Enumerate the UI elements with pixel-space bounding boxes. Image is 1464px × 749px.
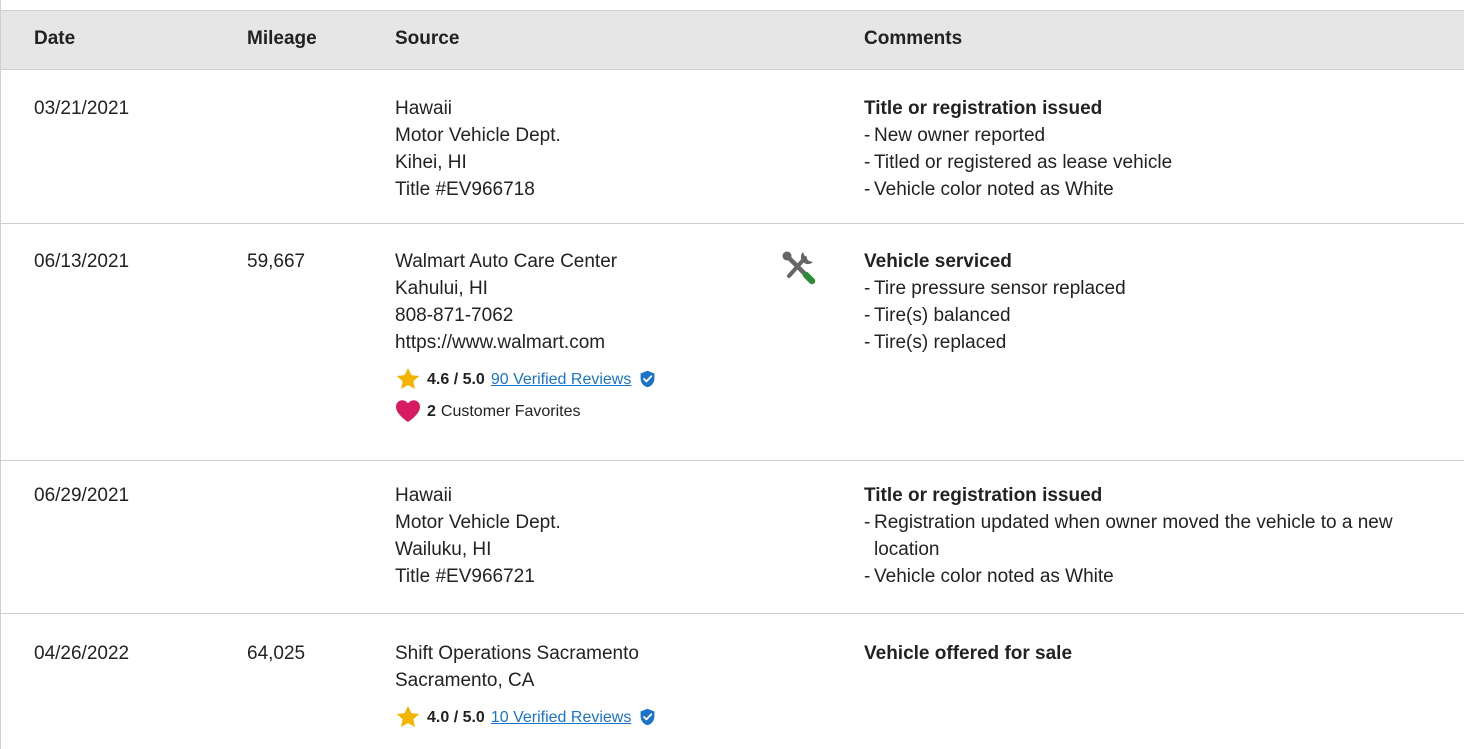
row-comments: Vehicle serviced Tire pressure sensor re… (864, 248, 1454, 356)
verified-shield-icon (640, 708, 655, 726)
source-line: Kihei, HI (395, 152, 467, 173)
header-source: Source (395, 28, 460, 49)
comment-item: Tire(s) replaced (864, 329, 1454, 356)
favorites-count: 2 (427, 402, 436, 420)
comment-title: Vehicle serviced (864, 251, 1012, 272)
row-source: Shift Operations Sacramento Sacramento, … (395, 640, 656, 730)
comment-title: Title or registration issued (864, 98, 1103, 119)
source-line: Motor Vehicle Dept. (395, 512, 561, 533)
rating: 4.0 / 5.0 10 Verified Reviews (395, 704, 656, 730)
source-line: Title #EV966721 (395, 566, 535, 587)
comment-list: Tire pressure sensor replaced Tire(s) ba… (864, 275, 1454, 356)
row-comments: Vehicle offered for sale (864, 640, 1454, 667)
comment-item: Tire(s) balanced (864, 302, 1454, 329)
table-row: 04/26/2022 64,025 Shift Operations Sacra… (0, 614, 1464, 749)
source-line: 808-871-7062 (395, 305, 514, 326)
source-line: https://www.walmart.com (395, 332, 606, 353)
row-date: 06/13/2021 (34, 251, 130, 272)
comment-title: Vehicle offered for sale (864, 643, 1073, 664)
row-source: Hawaii Motor Vehicle Dept. Wailuku, HI T… (395, 482, 561, 590)
heart-icon (396, 400, 420, 422)
favorites-label: Customer Favorites (440, 402, 581, 420)
header-date: Date (34, 28, 76, 49)
source-line: Motor Vehicle Dept. (395, 125, 561, 146)
source-line: Shift Operations Sacramento (395, 643, 639, 664)
source-line: Wailuku, HI (395, 539, 492, 560)
top-strip (0, 0, 1464, 10)
row-date: 06/29/2021 (34, 485, 130, 506)
row-comments: Title or registration issued New owner r… (864, 95, 1454, 203)
verified-shield-icon (640, 370, 655, 388)
service-tools-icon (782, 251, 816, 285)
source-line: Kahului, HI (395, 278, 488, 299)
source-line: Hawaii (395, 485, 453, 506)
customer-favorites: 2 Customer Favorites (395, 398, 656, 424)
table-row: 06/13/2021 59,667 Walmart Auto Care Cent… (0, 224, 1464, 461)
row-date: 04/26/2022 (34, 643, 130, 664)
comment-list: New owner reported Titled or registered … (864, 122, 1454, 203)
star-icon (396, 705, 420, 727)
comment-item: Titled or registered as lease vehicle (864, 149, 1454, 176)
comment-list: Registration updated when owner moved th… (864, 509, 1454, 590)
rating-score: 4.6 / 5.0 (427, 370, 485, 388)
header-comments: Comments (864, 28, 963, 49)
row-comments: Title or registration issued Registratio… (864, 482, 1454, 590)
source-line: Hawaii (395, 98, 453, 119)
source-line: Title #EV966718 (395, 179, 535, 200)
table-row: 06/29/2021 Hawaii Motor Vehicle Dept. Wa… (0, 461, 1464, 614)
row-mileage: 59,667 (247, 251, 306, 272)
comment-title: Title or registration issued (864, 485, 1103, 506)
row-mileage: 64,025 (247, 643, 306, 664)
source-line: Walmart Auto Care Center (395, 251, 618, 272)
row-source: Hawaii Motor Vehicle Dept. Kihei, HI Tit… (395, 95, 561, 203)
source-line: Sacramento, CA (395, 670, 535, 691)
rating: 4.6 / 5.0 90 Verified Reviews (395, 366, 656, 392)
comment-item: Vehicle color noted as White (864, 563, 1454, 590)
header-mileage: Mileage (247, 28, 317, 49)
star-icon (396, 367, 420, 389)
comment-item: New owner reported (864, 122, 1454, 149)
comment-item: Registration updated when owner moved th… (864, 509, 1454, 563)
comment-item: Tire pressure sensor replaced (864, 275, 1454, 302)
rating-score: 4.0 / 5.0 (427, 708, 485, 726)
verified-reviews-link[interactable]: 90 Verified Reviews (491, 366, 632, 393)
table-header: Date Mileage Source Comments (0, 10, 1464, 70)
history-table: Date Mileage Source Comments 03/21/2021 … (0, 0, 1464, 749)
table-row: 03/21/2021 Hawaii Motor Vehicle Dept. Ki… (0, 70, 1464, 224)
row-date: 03/21/2021 (34, 98, 130, 119)
verified-reviews-link[interactable]: 10 Verified Reviews (491, 704, 632, 731)
row-source: Walmart Auto Care Center Kahului, HI 808… (395, 248, 656, 424)
comment-item: Vehicle color noted as White (864, 176, 1454, 203)
